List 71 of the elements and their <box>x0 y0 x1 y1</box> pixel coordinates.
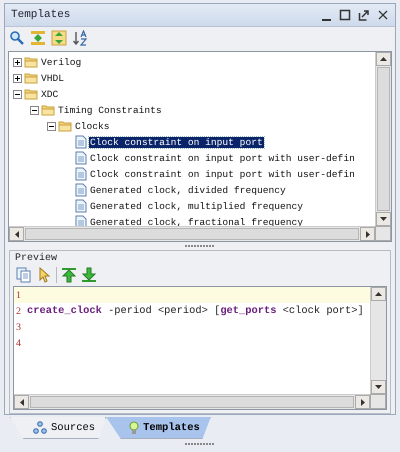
scroll-right-button[interactable] <box>355 395 370 409</box>
folder-icon <box>24 88 38 100</box>
document-icon <box>75 199 87 213</box>
document-icon <box>75 135 87 149</box>
folder-icon <box>24 56 38 68</box>
collapse-all-icon[interactable] <box>51 30 67 46</box>
tree-item[interactable]: Generated clock, multiplied frequency <box>89 200 304 212</box>
maximize-icon[interactable] <box>339 9 351 21</box>
document-icon <box>75 215 87 226</box>
horizontal-scrollbar[interactable] <box>9 226 375 241</box>
down-arrow-icon <box>380 217 387 221</box>
tree-item[interactable]: XDC <box>40 88 60 100</box>
document-icon <box>75 183 87 197</box>
right-arrow-icon <box>360 398 364 406</box>
vertical-scrollbar[interactable] <box>375 52 391 226</box>
tree-item[interactable]: Generated clock, divided frequency <box>89 184 287 196</box>
arrow-down-icon[interactable] <box>81 267 97 283</box>
scroll-down-button[interactable] <box>371 380 386 394</box>
line-number: 2 <box>15 306 22 316</box>
code-line: create_clock -period <period> [get_ports <clock port>] <box>27 305 364 317</box>
sort-icon[interactable] <box>72 30 88 46</box>
tab[interactable]: Templates <box>106 417 211 439</box>
tree-item[interactable]: Clock constraint on input port with user-defin <box>89 152 356 164</box>
collapse-icon[interactable] <box>47 122 56 130</box>
up-arrow-icon <box>380 57 387 61</box>
splitter-grip[interactable] <box>185 443 215 446</box>
tree-item[interactable]: Clocks <box>74 120 111 132</box>
window-title: Templates <box>11 9 72 21</box>
collapse-icon[interactable] <box>30 106 39 114</box>
arrow-up-icon[interactable] <box>61 267 77 283</box>
scroll-right-button[interactable] <box>360 227 375 241</box>
line-number: 1 <box>15 290 22 300</box>
hierarchy-icon <box>33 421 47 434</box>
scroll-left-button[interactable] <box>14 395 29 409</box>
tree-item[interactable]: Timing Constraints <box>57 104 163 116</box>
document-icon <box>75 167 87 181</box>
vertical-scrollbar[interactable] <box>370 287 386 394</box>
close-icon[interactable] <box>377 9 389 21</box>
expand-all-icon[interactable] <box>30 30 46 46</box>
scroll-up-button[interactable] <box>371 287 386 301</box>
lightbulb-icon <box>129 420 140 434</box>
scrollbar-corner <box>370 394 386 409</box>
collapse-icon[interactable] <box>13 90 22 98</box>
search-icon[interactable] <box>9 30 25 46</box>
line-number: 3 <box>15 322 22 332</box>
float-window-icon[interactable] <box>358 9 370 21</box>
down-arrow-icon <box>375 385 382 389</box>
left-arrow-icon <box>14 230 18 238</box>
scrollbar-corner <box>375 226 391 241</box>
scroll-up-button[interactable] <box>376 52 391 66</box>
document-icon <box>75 151 87 165</box>
line-number: 4 <box>15 338 22 348</box>
group-title: Preview <box>15 253 58 264</box>
tree-item[interactable]: Verilog <box>40 56 82 68</box>
right-arrow-icon <box>366 230 370 238</box>
tree-item[interactable]: Clock constraint on input port with user-defin <box>89 168 356 180</box>
scroll-down-button[interactable] <box>376 212 391 226</box>
tab[interactable]: Sources <box>10 417 106 439</box>
folder-icon <box>24 72 38 84</box>
folder-icon <box>41 104 55 116</box>
copy-icon[interactable] <box>16 267 32 283</box>
left-arrow-icon <box>20 398 24 406</box>
up-arrow-icon <box>375 292 382 296</box>
tree-item[interactable]: Clock constraint on input port <box>89 136 264 148</box>
splitter-grip[interactable] <box>185 244 215 248</box>
folder-icon <box>58 120 72 132</box>
tree-item[interactable]: VHDL <box>40 72 66 84</box>
horizontal-scrollbar[interactable] <box>14 394 370 409</box>
scroll-left-button[interactable] <box>9 227 24 241</box>
expand-icon[interactable] <box>13 74 22 82</box>
expand-icon[interactable] <box>13 58 22 66</box>
